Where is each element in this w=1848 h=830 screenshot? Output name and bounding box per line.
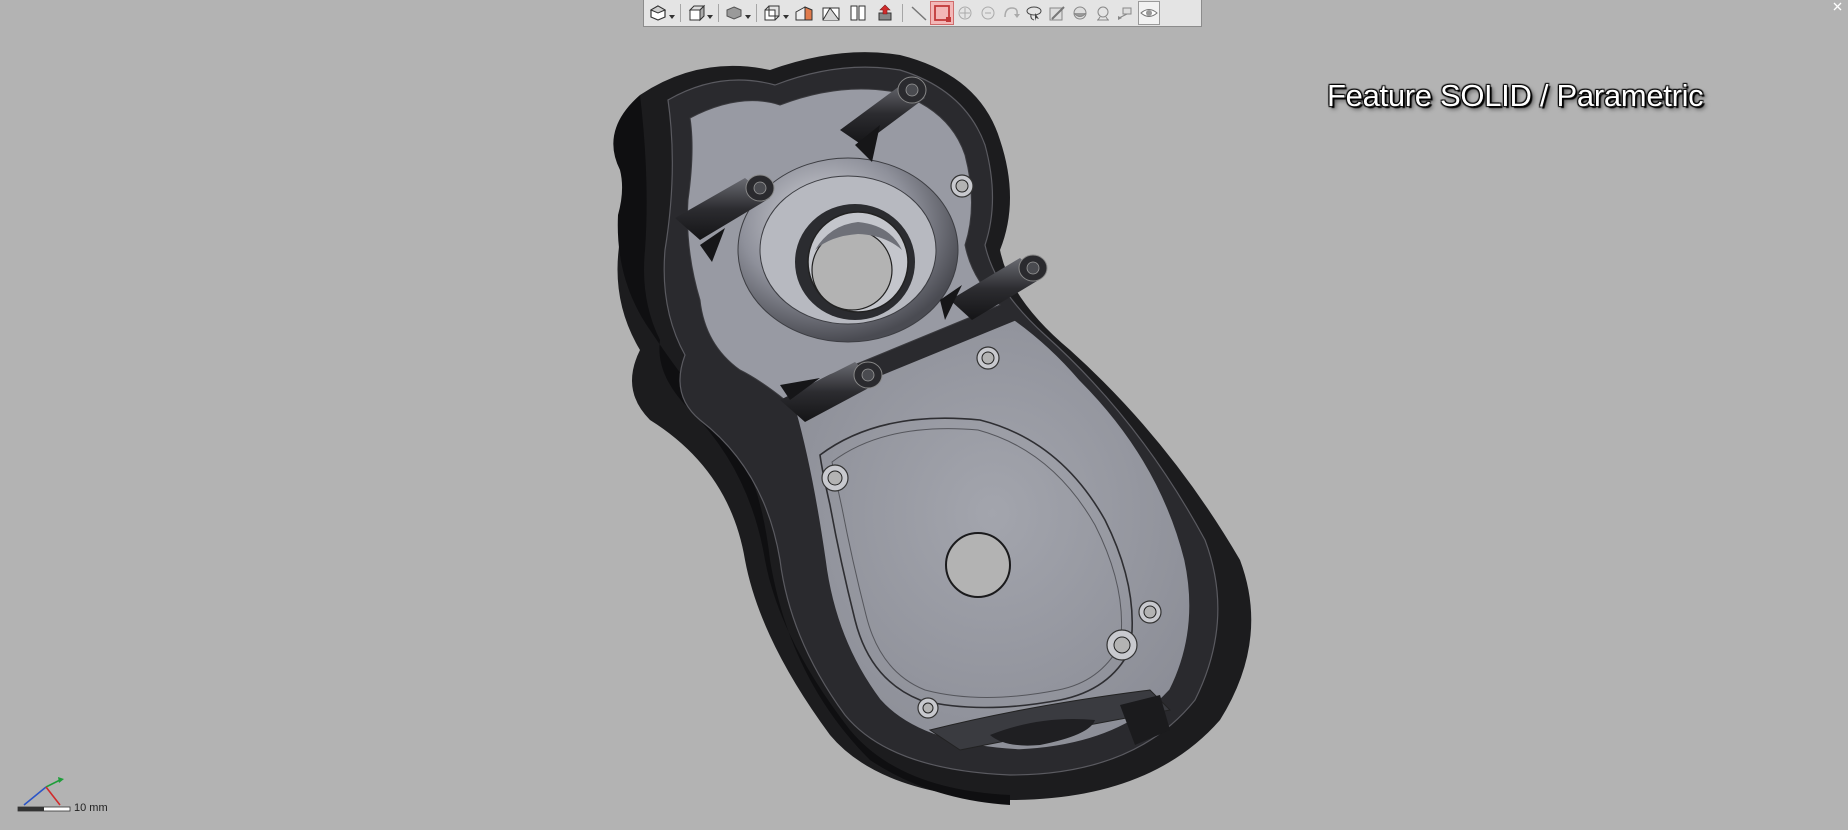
scale-label: 10 mm <box>74 802 108 814</box>
gearbox-housing-model[interactable] <box>0 0 1848 830</box>
axis-triad <box>17 777 71 812</box>
axis-y-icon <box>45 779 61 788</box>
axis-z-icon <box>23 786 47 806</box>
axis-x-icon <box>45 786 61 806</box>
shaft-hole <box>945 532 1011 598</box>
